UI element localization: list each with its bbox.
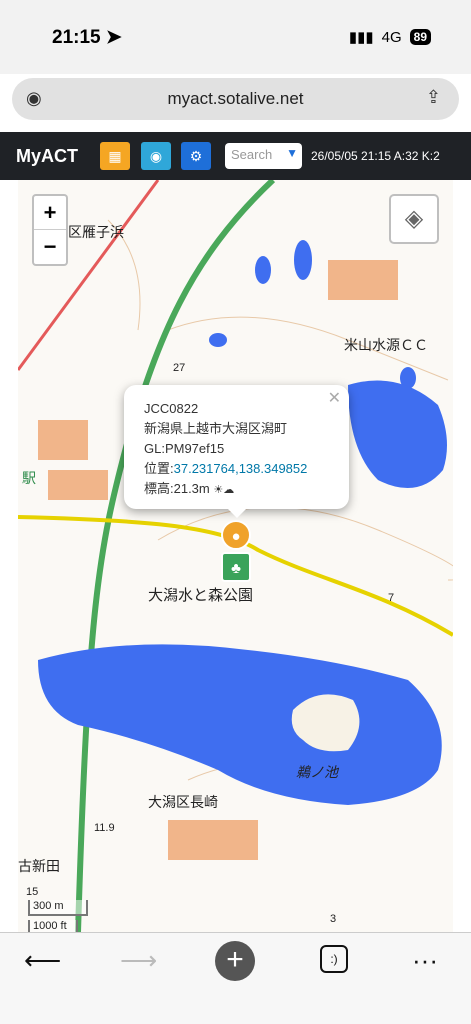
map-label-station: 駅 [22,470,36,486]
status-time: 21:15 ➤ [52,26,122,49]
battery-badge: 89 [409,29,431,45]
url-bar[interactable]: ◉ myact.sotalive.net ⇪ [12,78,459,120]
park-marker[interactable]: ♣ [221,552,251,582]
tree-icon: ♣ [231,560,241,577]
map-label-15: 15 [26,886,39,898]
search-select[interactable]: Search ▼ [225,143,302,169]
small-pond [209,333,227,347]
settings-button[interactable]: ⚙ [181,142,211,170]
map-label-3: 3 [330,913,337,925]
map-label-27: 27 [173,362,186,374]
popup-elevation: 標高:21.3m ☀☁ [144,479,329,500]
back-arrow-icon[interactable]: ⟵ [24,945,61,976]
app-title: MyACT [16,146,78,166]
popup-position-label: 位置: [144,461,174,476]
popup-ref: JCC0822 [144,401,199,416]
map-label-park: 大潟水と森公園 [148,587,254,604]
map-label-pond: 鵜ノ池 [296,764,338,780]
map-view[interactable]: + − ◈ 区雁子浜 米山水源ＣＣ 駅 大潟水と森公園 鵜ノ池 大潟区長崎 古新… [18,180,453,932]
status-bar: 21:15 ➤ ▮▮▮ 4G 89 [0,0,471,74]
building-block [168,820,258,860]
map-icon: ▦ [108,148,122,164]
status-right: ▮▮▮ 4G 89 [349,28,431,46]
popup-position-link[interactable]: 37.231764,138.349852 [174,461,308,476]
map-label-district: 大潟区長崎 [148,794,218,810]
small-pond [255,256,271,284]
tabs-icon[interactable]: :) [320,945,348,973]
popup-elevation-text: 標高:21.3m [144,481,210,496]
popup-position: 位置:37.231764,138.349852 [144,459,329,479]
scale-feet: 1000 ft [28,920,78,932]
building-block [48,470,108,500]
big-lake [38,644,442,805]
info-popup: ✕ JCC0822 新潟県上越市大潟区潟町 GL:PM97ef15 位置:37.… [124,385,349,509]
network-label: 4G [381,28,402,46]
url-text[interactable]: myact.sotalive.net [12,89,459,109]
close-icon[interactable]: ✕ [328,389,341,409]
radio-button[interactable]: ◉ [141,142,171,170]
map-label-7: 7 [388,592,395,604]
map-button[interactable]: ▦ [100,142,130,170]
radio-waves-icon: ◉ [149,148,163,164]
small-pond [294,240,312,280]
zoom-control: + − [32,194,68,266]
map-label-golf: 米山水源ＣＣ [344,337,428,353]
app-header: MyACT ▦ ◉ ⚙ Search ▼ 26/05/05 21:15 A:32… [0,132,471,180]
building-block [328,260,398,300]
browser-toolbar: ⟵ ⟶ + :) ··· [0,932,471,1024]
plus-icon[interactable]: + [215,941,255,981]
upper-lake [348,380,447,488]
forward-arrow-icon[interactable]: ⟶ [120,945,157,976]
layers-icon: ◈ [404,205,424,232]
zoom-out-button[interactable]: − [34,230,66,264]
popup-tip [225,506,249,518]
gear-icon: ⚙ [189,148,203,164]
popup-address: 新潟県上越市大潟区潟町 [144,421,288,436]
map-label-area1: 区雁子浜 [68,224,124,240]
more-icon[interactable]: ··· [412,945,438,976]
user-icon: ● [231,528,241,545]
layers-button[interactable]: ◈ [389,194,439,244]
weather-icon: ☀☁ [213,484,235,496]
map-label-area2: 古新田 [18,858,60,874]
zoom-in-button[interactable]: + [34,196,66,230]
scale-meters: 300 m [28,900,88,916]
map-label-119: 11.9 [94,822,115,834]
chevron-down-icon: ▼ [286,146,298,160]
location-arrow-icon: ➤ [105,27,122,48]
user-location-marker[interactable]: ● [221,520,251,550]
search-placeholder: Search [231,147,273,162]
building-block [38,420,88,460]
share-icon[interactable]: ⇪ [426,87,441,108]
popup-grid: GL:PM97ef15 [144,441,225,456]
header-info: 26/05/05 21:15 A:32 K:2 [311,149,440,163]
signal-icon: ▮▮▮ [348,29,374,46]
status-time-text: 21:15 [52,27,101,48]
